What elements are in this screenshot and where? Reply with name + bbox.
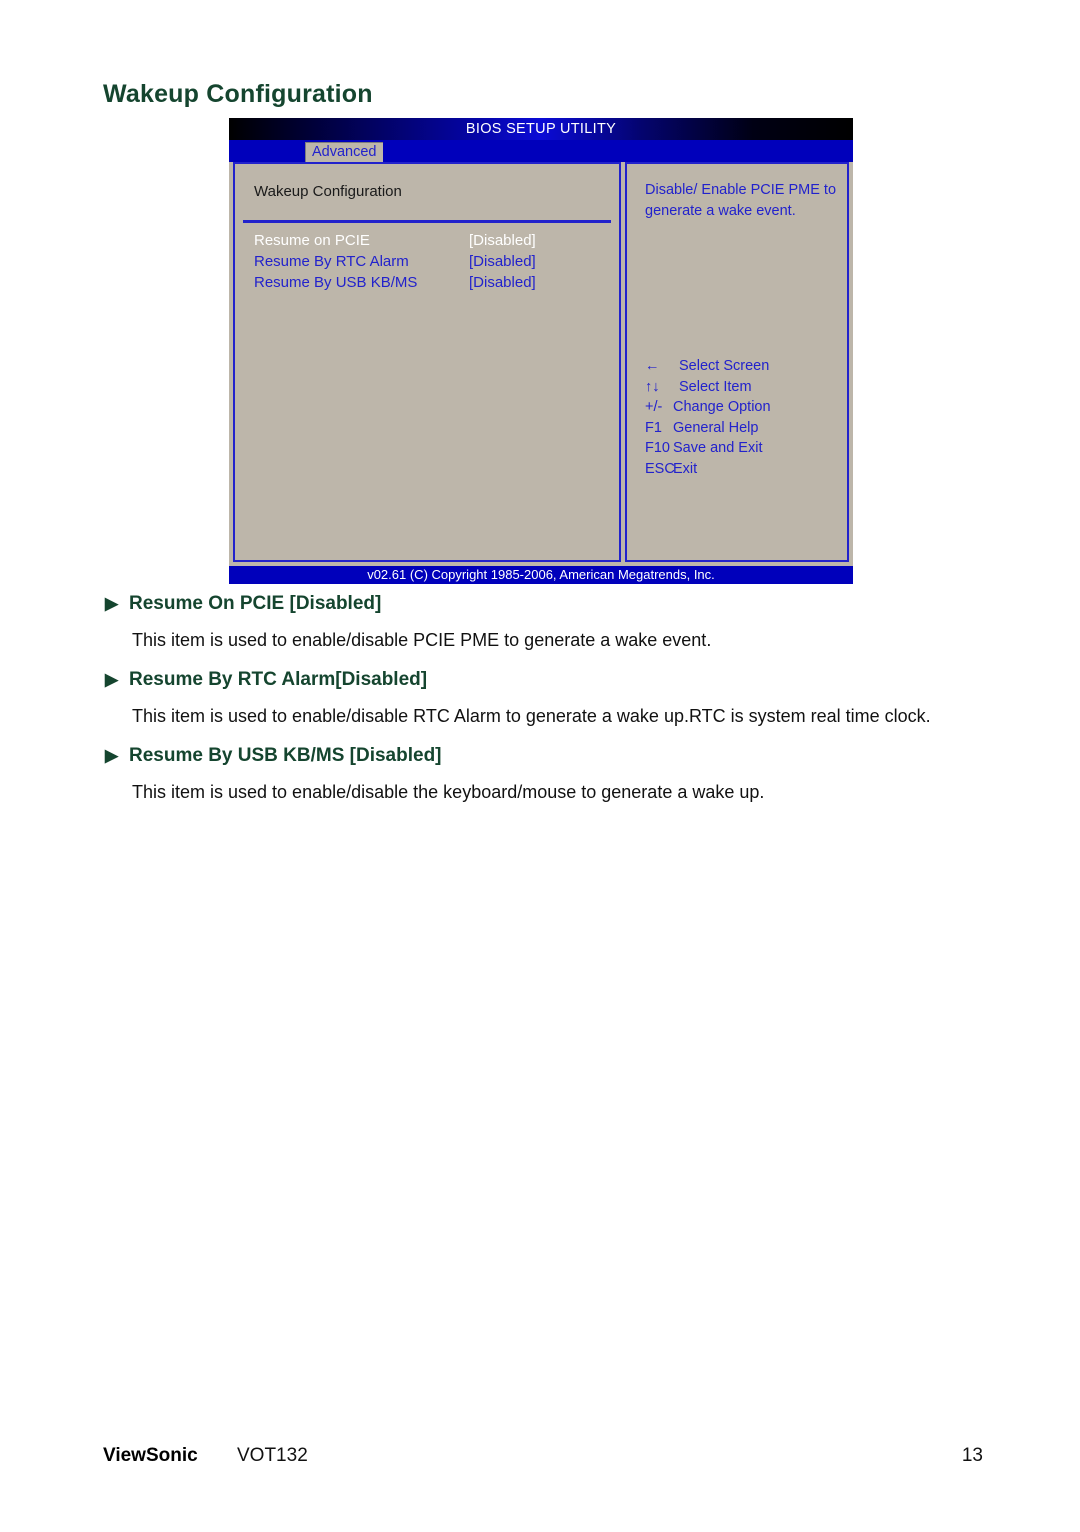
select-item-key-icon: ↑↓: [645, 378, 660, 395]
option-value[interactable]: [Disabled]: [469, 232, 536, 249]
item-heading-resume-by-usb-kb-ms: ▶ Resume By USB KB/MS [Disabled]: [103, 744, 983, 768]
option-value[interactable]: [Disabled]: [469, 253, 536, 270]
triangle-bullet-icon: ▶: [105, 746, 119, 765]
item-heading-resume-by-rtc-alarm: ▶ Resume By RTC Alarm[Disabled]: [103, 668, 983, 692]
page-title: Wakeup Configuration: [103, 80, 373, 108]
key-legend-label: Exit: [673, 460, 698, 477]
model-name: VOT132: [237, 1445, 308, 1466]
key-legend-row: +/- Change Option: [627, 397, 851, 418]
key-legend-label: Save and Exit: [673, 440, 763, 456]
option-value[interactable]: [Disabled]: [469, 274, 536, 291]
tab-advanced[interactable]: Advanced: [305, 142, 383, 162]
key-legend-row: ↑↓ Select Item: [627, 377, 851, 398]
change-option-key-icon: +/-: [645, 399, 663, 415]
section-divider: [243, 220, 611, 223]
bios-key-legend: ← Select Screen ↑↓ Select Item +/- Chang…: [627, 356, 851, 479]
key-legend-label: Select Item: [679, 378, 752, 395]
bios-body: Wakeup Configuration Resume on PCIE [Dis…: [229, 162, 853, 562]
option-label: Resume on PCIE: [254, 232, 370, 249]
key-legend-label: General Help: [673, 419, 759, 436]
item-heading-resume-on-pcie: ▶ Resume On PCIE [Disabled]: [103, 592, 983, 616]
select-screen-key-icon: ←: [645, 358, 660, 374]
bios-option-row[interactable]: Resume By USB KB/MS [Disabled]: [235, 274, 623, 295]
bios-copyright-bar: v02.61 (C) Copyright 1985-2006, American…: [229, 566, 853, 584]
section-heading: Wakeup Configuration: [254, 183, 402, 200]
save-and-exit-key-icon: F10: [645, 440, 670, 456]
key-legend-label: Select Screen: [679, 358, 770, 374]
item-description-resume-by-rtc-alarm: This item is used to enable/disable RTC …: [132, 706, 931, 726]
key-legend-row: ESC Exit: [627, 459, 851, 480]
bios-option-row[interactable]: Resume By RTC Alarm [Disabled]: [235, 253, 623, 274]
option-label: Resume By RTC Alarm: [254, 253, 409, 270]
item-heading-label: Resume By USB KB/MS [Disabled]: [129, 745, 442, 766]
bios-right-panel: Disable/ Enable PCIE PME to generate a w…: [625, 162, 849, 562]
item-description-resume-by-usb-kb-ms: This item is used to enable/disable the …: [132, 782, 765, 802]
brand-name: ViewSonic: [103, 1445, 198, 1466]
item-description-resume-on-pcie: This item is used to enable/disable PCIE…: [132, 630, 712, 650]
bios-setup-screenshot: BIOS SETUP UTILITY Advanced Wakeup Confi…: [229, 118, 853, 584]
item-heading-label: Resume By RTC Alarm[Disabled]: [129, 669, 428, 690]
exit-key-icon: ESC: [645, 460, 675, 477]
key-legend-row: F10 Save and Exit: [627, 438, 851, 459]
key-legend-label: Change Option: [673, 399, 771, 415]
document-body: ▶ Resume On PCIE [Disabled] This item is…: [103, 592, 983, 820]
item-heading-label: Resume On PCIE [Disabled]: [129, 593, 382, 614]
bios-tab-bar: Advanced: [229, 140, 853, 162]
triangle-bullet-icon: ▶: [105, 670, 119, 689]
page-number: 13: [961, 1445, 983, 1466]
bios-title-bar: BIOS SETUP UTILITY: [229, 118, 853, 140]
general-help-key-icon: F1: [645, 419, 662, 436]
triangle-bullet-icon: ▶: [105, 594, 119, 613]
help-text: Disable/ Enable PCIE PME to generate a w…: [645, 182, 837, 219]
bios-option-row[interactable]: Resume on PCIE [Disabled]: [235, 232, 623, 253]
option-label: Resume By USB KB/MS: [254, 274, 418, 291]
page-footer: ViewSonic VOT132 13: [103, 1445, 983, 1471]
bios-left-panel: Wakeup Configuration Resume on PCIE [Dis…: [233, 162, 621, 562]
key-legend-row: ← Select Screen: [627, 356, 851, 377]
key-legend-row: F1 General Help: [627, 418, 851, 439]
bios-option-list: Resume on PCIE [Disabled] Resume By RTC …: [235, 232, 623, 295]
